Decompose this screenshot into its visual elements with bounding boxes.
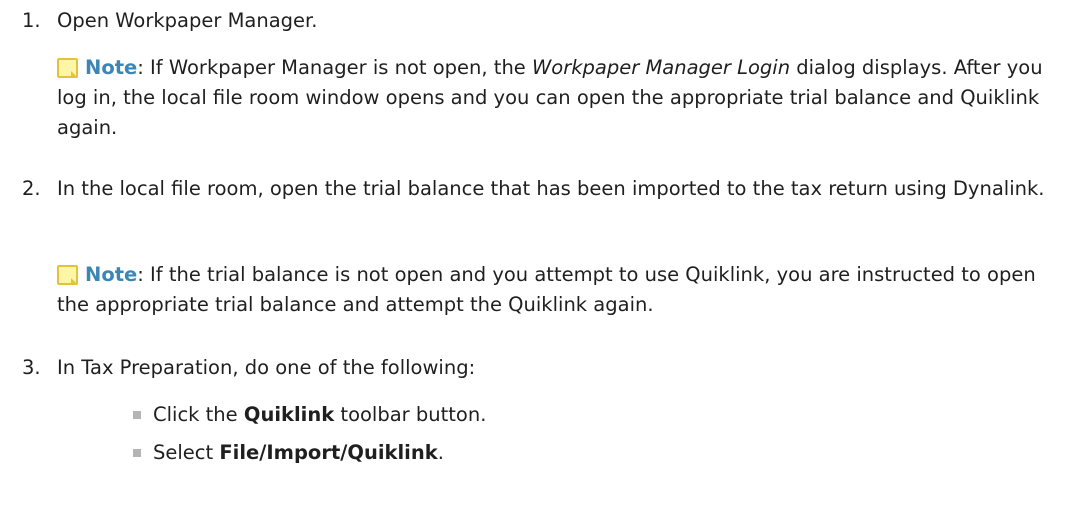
step-number: 2. [22, 177, 41, 200]
bullet-text-post: toolbar button. [334, 403, 487, 426]
step-number: 1. [22, 9, 41, 32]
note-2: Note: If the trial balance is not open a… [57, 260, 1057, 320]
square-bullet-icon [133, 411, 141, 419]
note-label: Note [85, 56, 138, 79]
note-colon: : [137, 263, 144, 286]
sticky-note-icon [57, 58, 78, 78]
square-bullet-icon [133, 449, 141, 457]
bullet-item: Click the Quiklink toolbar button. [133, 400, 486, 430]
note-colon: : [137, 56, 144, 79]
bullet-text-pre: Select [153, 441, 220, 464]
note-1: Note: If Workpaper Manager is not open, … [57, 53, 1057, 143]
bullet-text-pre: Click the [153, 403, 244, 426]
bullet-text-post: . [437, 441, 444, 464]
step-text: In Tax Preparation, do one of the follow… [57, 356, 476, 379]
step-number: 3. [22, 356, 41, 379]
step-text: Open Workpaper Manager. [57, 9, 318, 32]
note-label: Note [85, 263, 138, 286]
step-text: In the local file room, open the trial b… [57, 177, 1045, 200]
note-text: If the trial balance is not open and you… [57, 263, 1036, 316]
dialog-name: Workpaper Manager Login [532, 56, 791, 79]
menu-path: File/Import/Quiklink [219, 441, 438, 464]
note-text-pre: If Workpaper Manager is not open, the [143, 56, 532, 79]
sticky-note-icon [57, 265, 78, 285]
toolbar-button-name: Quiklink [243, 403, 335, 426]
bullet-item: Select File/Import/Quiklink. [133, 438, 444, 468]
